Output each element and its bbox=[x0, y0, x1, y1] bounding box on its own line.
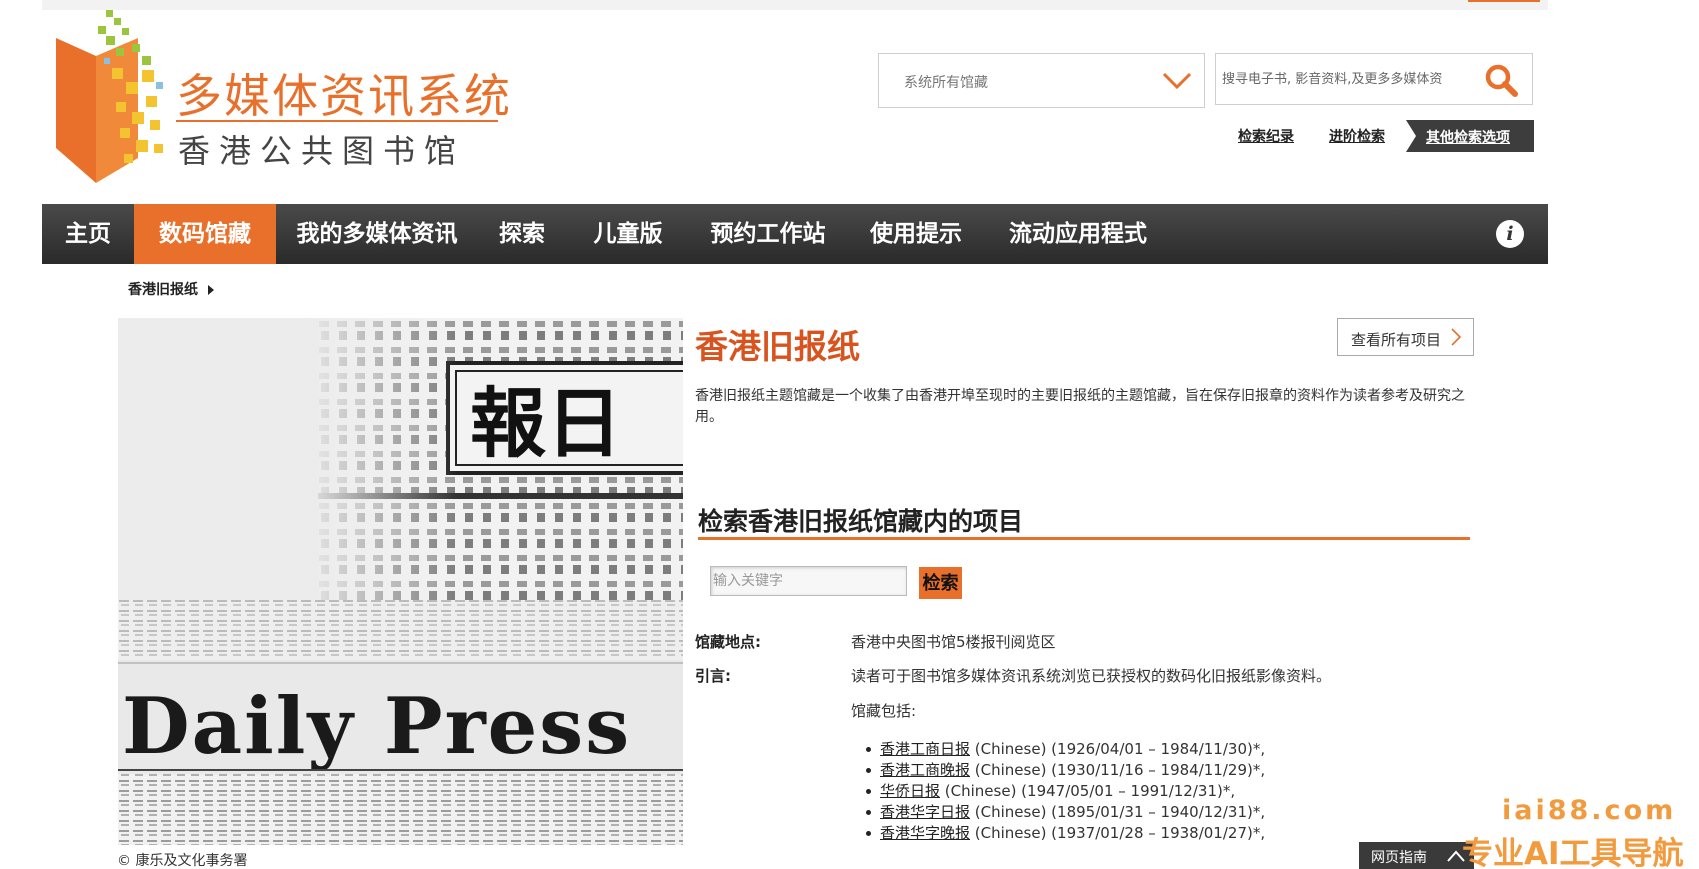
global-search-box[interactable] bbox=[1215, 53, 1533, 105]
intro-label: 引言: bbox=[695, 667, 731, 685]
collection-hero-image: 報日 Daily Press bbox=[118, 318, 683, 845]
section-divider bbox=[698, 537, 1470, 540]
holding-link[interactable]: 华侨日报 bbox=[880, 782, 940, 800]
logo-title: 多媒体资讯系统 bbox=[176, 69, 512, 123]
nav-item-booking-station[interactable]: 预约工作站 bbox=[708, 204, 828, 264]
collection-search-heading: 检索香港旧报纸馆藏内的项目 bbox=[698, 507, 1024, 536]
page-title: 香港旧报纸 bbox=[695, 327, 860, 366]
global-search-input[interactable] bbox=[1218, 56, 1478, 102]
list-item: 香港工商日报 (Chinese) (1926/04/01 – 1984/11/3… bbox=[865, 739, 1266, 760]
site-guide-label: 网页指南 bbox=[1371, 850, 1427, 866]
view-all-items-button[interactable]: 查看所有项目 bbox=[1337, 318, 1474, 356]
collection-scope-select[interactable]: 系统所有馆藏 bbox=[878, 53, 1205, 108]
image-copyright: © 康乐及文化事务署 bbox=[117, 853, 248, 869]
breadcrumb: 香港旧报纸 bbox=[128, 279, 214, 299]
other-search-options-link[interactable]: 其他检索选项 bbox=[1406, 120, 1534, 152]
keyword-search-input[interactable] bbox=[710, 566, 907, 596]
holding-link[interactable]: 香港华字日报 bbox=[880, 803, 970, 821]
search-icon[interactable] bbox=[1484, 63, 1518, 97]
holding-link[interactable]: 香港华字晚报 bbox=[880, 824, 970, 842]
location-value: 香港中央图书馆5楼报刊阅览区 bbox=[851, 633, 1056, 651]
chevron-down-icon bbox=[1162, 72, 1192, 90]
list-item: 华侨日报 (Chinese) (1947/05/01 – 1991/12/31)… bbox=[865, 781, 1265, 802]
holding-link[interactable]: 香港工商日报 bbox=[880, 740, 970, 758]
main-nav: 主页 数码馆藏 我的多媒体资讯 探索 儿童版 预约工作站 使用提示 流动应用程式… bbox=[42, 204, 1548, 264]
breadcrumb-arrow-icon bbox=[208, 285, 214, 295]
watermark-domain: iai88.com bbox=[1502, 795, 1677, 826]
holding-detail: (Chinese) (1895/01/31 – 1940/12/31)*, bbox=[970, 803, 1266, 821]
logo-book-icon bbox=[56, 10, 163, 183]
chevron-right-icon bbox=[1451, 328, 1461, 346]
holding-detail: (Chinese) (1930/11/16 – 1984/11/29)*, bbox=[970, 761, 1266, 779]
nav-item-home[interactable]: 主页 bbox=[64, 204, 112, 264]
collection-description: 香港旧报纸主题馆藏是一个收集了由香港开埠至现时的主要旧报纸的主题馆藏，旨在保存旧… bbox=[695, 388, 1465, 425]
nav-item-my-multimedia[interactable]: 我的多媒体资讯 bbox=[296, 204, 458, 264]
view-all-label: 查看所有项目 bbox=[1351, 331, 1442, 349]
holding-detail: (Chinese) (1937/01/28 – 1938/01/27)*, bbox=[970, 824, 1266, 842]
holdings-label: 馆藏包括: bbox=[851, 702, 917, 720]
advanced-search-link[interactable]: 进阶检索 bbox=[1329, 126, 1385, 146]
holding-detail: (Chinese) (1926/04/01 – 1984/11/30)*, bbox=[970, 740, 1266, 758]
holding-link[interactable]: 香港工商晚报 bbox=[880, 761, 970, 779]
nav-item-mobile-apps[interactable]: 流动应用程式 bbox=[1005, 204, 1151, 264]
site-logo[interactable]: 多媒体资讯系统 香港公共图书馆 bbox=[56, 8, 526, 183]
holdings-list: 香港工商日报 (Chinese) (1926/04/01 – 1984/11/3… bbox=[865, 739, 1266, 844]
scope-select-value: 系统所有馆藏 bbox=[904, 75, 988, 91]
list-item: 香港华字晚报 (Chinese) (1937/01/28 – 1938/01/2… bbox=[865, 823, 1266, 844]
keyword-search-button[interactable]: 检索 bbox=[919, 567, 962, 599]
top-accent-bar bbox=[1468, 0, 1540, 2]
masthead-english: Daily Press bbox=[122, 681, 631, 772]
nav-item-explore[interactable]: 探索 bbox=[498, 204, 546, 264]
info-icon[interactable]: i bbox=[1496, 220, 1524, 248]
watermark-tagline: 专业AI工具导航 bbox=[1462, 836, 1684, 869]
site-guide-button[interactable]: 网页指南 bbox=[1359, 842, 1474, 869]
intro-value: 读者可于图书馆多媒体资讯系统浏览已获授权的数码化旧报纸影像资料。 bbox=[851, 667, 1332, 685]
nav-item-digital-collections[interactable]: 数码馆藏 bbox=[134, 204, 276, 264]
holding-detail: (Chinese) (1947/05/01 – 1991/12/31)*, bbox=[940, 782, 1236, 800]
breadcrumb-current[interactable]: 香港旧报纸 bbox=[128, 282, 198, 298]
list-item: 香港工商晚报 (Chinese) (1930/11/16 – 1984/11/2… bbox=[865, 760, 1266, 781]
logo-divider bbox=[176, 120, 498, 122]
nav-item-kids[interactable]: 儿童版 bbox=[592, 204, 664, 264]
list-item: 香港华字日报 (Chinese) (1895/01/31 – 1940/12/3… bbox=[865, 802, 1266, 823]
nav-item-usage-tips[interactable]: 使用提示 bbox=[868, 204, 964, 264]
logo-subtitle: 香港公共图书馆 bbox=[178, 132, 466, 170]
newspaper-collage: 報日 Daily Press bbox=[118, 318, 683, 845]
search-history-link[interactable]: 检索纪录 bbox=[1238, 126, 1294, 146]
location-label: 馆藏地点: bbox=[695, 633, 761, 651]
